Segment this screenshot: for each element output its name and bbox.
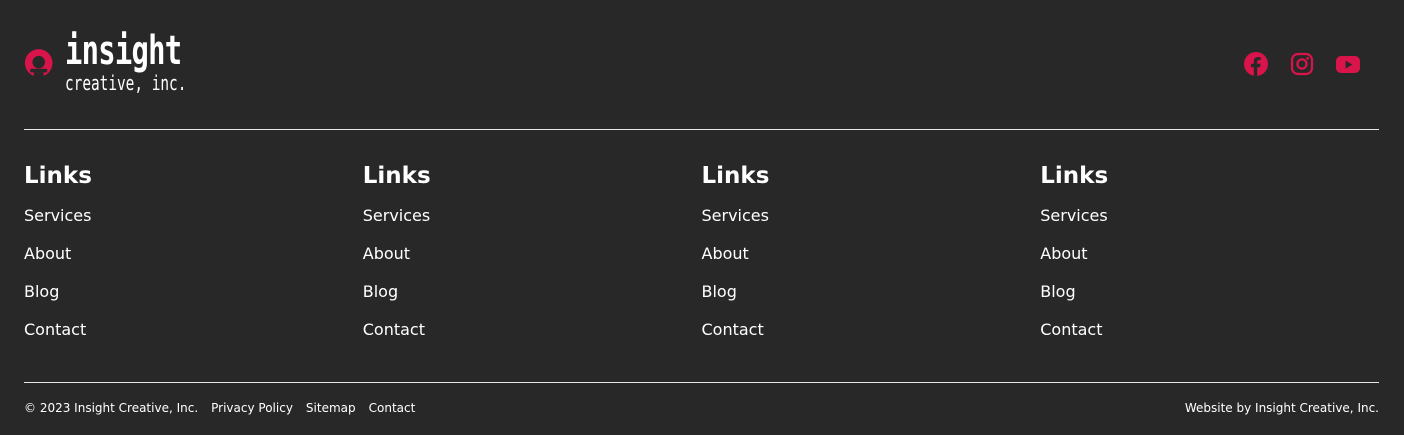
- facebook-icon: [1244, 52, 1268, 76]
- link-about[interactable]: About: [1040, 244, 1087, 263]
- logo-subtitle: creative, inc.: [65, 71, 187, 95]
- instagram-icon: [1290, 52, 1314, 76]
- link-blog[interactable]: Blog: [24, 282, 59, 301]
- link-blog[interactable]: Blog: [363, 282, 398, 301]
- legal-bar: © 2023 Insight Creative, Inc. Privacy Po…: [24, 400, 415, 416]
- column-heading: Links: [362, 163, 431, 189]
- link-column-1: Links Services About Blog Contact: [24, 160, 363, 358]
- contact-link[interactable]: Contact: [369, 400, 416, 416]
- link-column-4: Links Services About Blog Contact: [1040, 160, 1379, 358]
- social-links: [1244, 51, 1360, 77]
- sitemap-link[interactable]: Sitemap: [306, 400, 356, 416]
- link-services[interactable]: Services: [702, 206, 769, 225]
- privacy-policy-link[interactable]: Privacy Policy: [211, 400, 293, 416]
- link-contact[interactable]: Contact: [363, 320, 425, 339]
- logo-word: insight: [65, 28, 182, 74]
- column-heading: Links: [701, 163, 770, 189]
- link-column-3: Links Services About Blog Contact: [702, 160, 1041, 358]
- site-footer: insight creative, inc. Links Services Ab…: [0, 0, 1404, 435]
- footer-link-columns: Links Services About Blog Contact Links …: [24, 160, 1379, 358]
- copyright-text: © 2023 Insight Creative, Inc.: [24, 401, 199, 415]
- footer-divider-top: [24, 129, 1379, 130]
- link-blog[interactable]: Blog: [1040, 282, 1075, 301]
- youtube-link[interactable]: [1336, 51, 1360, 77]
- website-credit: Website by Insight Creative, Inc.: [1184, 401, 1379, 415]
- link-contact[interactable]: Contact: [702, 320, 764, 339]
- link-contact[interactable]: Contact: [1040, 320, 1102, 339]
- logo-link[interactable]: insight creative, inc.: [24, 30, 234, 100]
- youtube-icon: [1336, 56, 1360, 73]
- link-services[interactable]: Services: [1040, 206, 1107, 225]
- link-about[interactable]: About: [702, 244, 749, 263]
- logo-text: insight creative, inc.: [65, 30, 234, 94]
- column-heading: Links: [1040, 163, 1109, 189]
- link-column-2: Links Services About Blog Contact: [363, 160, 702, 358]
- column-heading: Links: [24, 163, 92, 189]
- facebook-link[interactable]: [1244, 51, 1268, 77]
- link-services[interactable]: Services: [24, 206, 91, 225]
- link-services[interactable]: Services: [363, 206, 430, 225]
- link-about[interactable]: About: [24, 244, 71, 263]
- footer-divider-bottom: [24, 382, 1379, 383]
- instagram-link[interactable]: [1290, 51, 1314, 77]
- link-about[interactable]: About: [363, 244, 410, 263]
- insight-logo-mark: [24, 49, 53, 78]
- link-blog[interactable]: Blog: [702, 282, 737, 301]
- link-contact[interactable]: Contact: [24, 320, 86, 339]
